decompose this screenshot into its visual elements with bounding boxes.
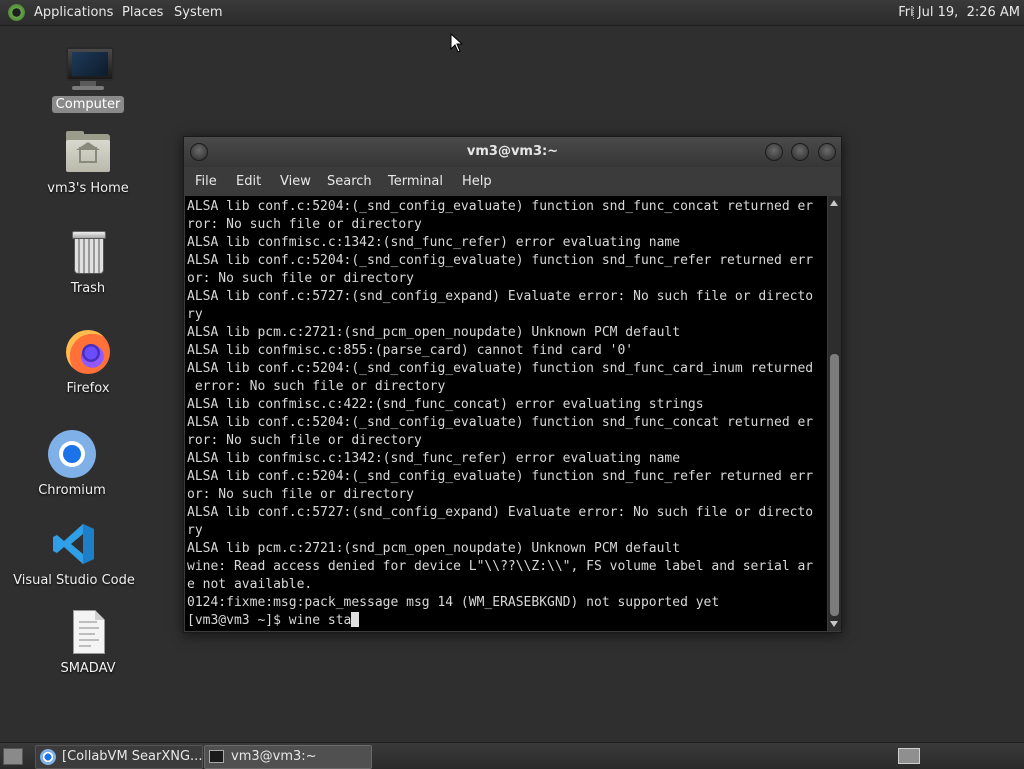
workspace-switcher[interactable] [898, 748, 920, 764]
terminal-line: 0124:fixme:msg:pack_message msg 14 (WM_E… [187, 595, 720, 610]
menu-edit[interactable]: Edit [236, 167, 261, 196]
maximize-button[interactable] [791, 143, 809, 161]
desktop-icon-vscode[interactable]: Visual Studio Code [9, 520, 139, 589]
desktop-icon-home[interactable]: vm3's Home [33, 128, 143, 197]
mouse-pointer-icon [450, 33, 464, 53]
top-panel: Applications Places System Fri Jul 19, 2… [0, 0, 1024, 26]
desktop-icon-label: Computer [51, 96, 125, 113]
terminal-line: ALSA lib conf.c:5204:(_snd_config_evalua… [187, 361, 814, 376]
terminal-menubar: File Edit View Search Terminal Help [184, 167, 841, 196]
terminal-line: ALSA lib confmisc.c:1342:(snd_func_refer… [187, 235, 681, 250]
desktop-icon-label: Chromium [38, 483, 106, 498]
command-input[interactable]: wine sta [289, 613, 352, 628]
terminal-window[interactable]: vm3@vm3:~ File Edit View Search Terminal… [183, 136, 842, 633]
vscode-icon [50, 520, 98, 568]
terminal-line: ALSA lib confmisc.c:422:(snd_func_concat… [187, 397, 704, 412]
chromium-icon [48, 430, 96, 478]
clock[interactable]: Fri Jul 19, 2:26 AM [898, 0, 1020, 25]
scrollbar-thumb[interactable] [830, 354, 839, 616]
shell-prompt: [vm3@vm3 ~]$ [187, 613, 289, 628]
terminal-line: ALSA lib confmisc.c:1342:(snd_func_refer… [187, 451, 681, 466]
terminal-line: e not available. [187, 577, 313, 592]
desktop-icon-smadav[interactable]: SMADAV [33, 608, 143, 677]
taskbar-item-label: [CollabVM SearXNG... [62, 749, 203, 764]
menu-terminal[interactable]: Terminal [388, 167, 443, 196]
terminal-line: or: No such file or directory [187, 271, 414, 286]
terminal-output[interactable]: ALSA lib conf.c:5204:(_snd_config_evalua… [185, 196, 827, 631]
menu-file[interactable]: File [195, 167, 217, 196]
desktop-icon-label: vm3's Home [47, 181, 129, 196]
scroll-up-arrow-icon[interactable] [830, 200, 838, 206]
menu-help[interactable]: Help [462, 167, 492, 196]
desktop-icon-firefox[interactable]: Firefox [33, 328, 143, 397]
menu-search[interactable]: Search [327, 167, 372, 196]
terminal-line: ALSA lib confmisc.c:855:(parse_card) can… [187, 343, 634, 358]
show-desktop-button[interactable] [3, 748, 23, 765]
home-folder-icon [64, 128, 112, 176]
text-cursor [351, 612, 360, 627]
document-icon [64, 608, 112, 656]
terminal-line: or: No such file or directory [187, 487, 414, 502]
desktop-icon-chromium[interactable]: Chromium [17, 430, 127, 499]
applications-menu[interactable]: Applications [34, 0, 113, 25]
terminal-scrollbar[interactable] [828, 196, 841, 631]
system-menu[interactable]: System [174, 0, 222, 25]
desktop-icon-label: Firefox [66, 381, 110, 396]
close-button[interactable] [818, 143, 836, 161]
desktop-icon-label: SMADAV [60, 661, 116, 676]
terminal-line: ALSA lib pcm.c:2721:(snd_pcm_open_noupda… [187, 541, 681, 556]
minimize-button[interactable] [765, 143, 783, 161]
window-title: vm3@vm3:~ [466, 144, 559, 159]
terminal-line: ALSA lib conf.c:5727:(snd_config_expand)… [187, 505, 814, 520]
computer-icon [64, 44, 114, 92]
menu-view[interactable]: View [280, 167, 311, 196]
terminal-line: ALSA lib conf.c:5204:(_snd_config_evalua… [187, 253, 814, 268]
terminal-line: ALSA lib conf.c:5727:(snd_config_expand)… [187, 289, 814, 304]
chromium-icon [40, 749, 56, 765]
distro-logo-icon[interactable] [8, 4, 25, 21]
terminal-line: ry [187, 523, 203, 538]
terminal-line: ry [187, 307, 203, 322]
terminal-line: ALSA lib conf.c:5204:(_snd_config_evalua… [187, 415, 814, 430]
taskbar-item-label: vm3@vm3:~ [231, 749, 317, 764]
taskbar-item-collabvm[interactable]: [CollabVM SearXNG... [35, 745, 203, 769]
desktop-icon-label: Trash [70, 281, 106, 296]
terminal-line: ALSA lib pcm.c:2721:(snd_pcm_open_noupda… [187, 325, 681, 340]
desktop-icon-computer[interactable]: Computer [33, 44, 143, 113]
taskbar-item-terminal[interactable]: vm3@vm3:~ [204, 745, 372, 769]
window-titlebar[interactable]: vm3@vm3:~ [184, 137, 841, 167]
terminal-line: ror: No such file or directory [187, 217, 422, 232]
terminal-line: error: No such file or directory [187, 379, 446, 394]
terminal-icon [209, 750, 224, 763]
desktop-icon-trash[interactable]: Trash [33, 228, 143, 297]
terminal-line: ALSA lib conf.c:5204:(_snd_config_evalua… [187, 469, 814, 484]
places-menu[interactable]: Places [122, 0, 163, 25]
terminal-line: ror: No such file or directory [187, 433, 422, 448]
trash-icon [64, 228, 112, 276]
terminal-prompt-line[interactable]: [vm3@vm3 ~]$ wine sta [187, 612, 360, 630]
desktop-icon-label: Visual Studio Code [13, 573, 135, 588]
scroll-down-arrow-icon[interactable] [830, 621, 838, 627]
bottom-panel: [CollabVM SearXNG... vm3@vm3:~ [0, 742, 1024, 769]
terminal-line: ALSA lib conf.c:5204:(_snd_config_evalua… [187, 199, 814, 214]
firefox-icon [64, 328, 112, 376]
terminal-line: wine: Read access denied for device L"\\… [187, 559, 814, 574]
